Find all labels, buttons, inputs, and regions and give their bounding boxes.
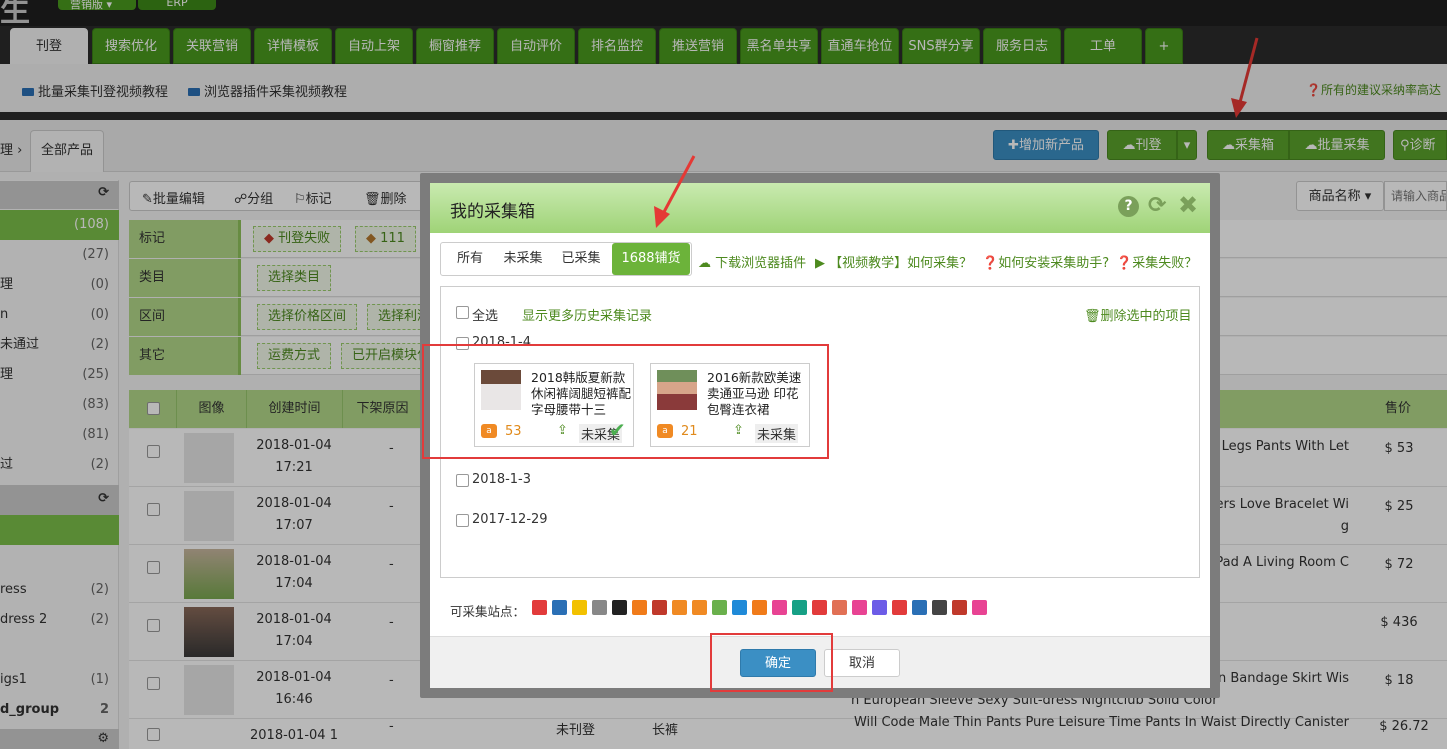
taobao-icon[interactable] (632, 600, 647, 615)
heart-icon[interactable] (772, 600, 787, 615)
select-all-checkbox[interactable] (456, 306, 469, 319)
arrow-shaft (662, 155, 696, 213)
flower2-icon[interactable] (852, 600, 867, 615)
date-checkbox[interactable] (456, 474, 469, 487)
infinity-icon[interactable] (872, 600, 887, 615)
modal-tab[interactable]: 已采集 (552, 243, 610, 275)
modal-tab[interactable]: 1688铺货 (612, 243, 690, 275)
trash-icon: 🗑 (1084, 309, 1101, 324)
yi-icon[interactable] (712, 600, 727, 615)
flower-icon[interactable] (832, 600, 847, 615)
dh-icon[interactable] (572, 600, 587, 615)
video-tutorial-link[interactable]: ▶ 【视频教学】如何采集？ (815, 252, 972, 271)
video-tutorial-label: 【视频教学】如何采集？ (829, 256, 973, 271)
hai-icon[interactable] (732, 600, 747, 615)
tmall-icon[interactable] (652, 600, 667, 615)
install-helper-label: 如何安装采集助手? (998, 256, 1110, 271)
joy-icon[interactable] (752, 600, 767, 615)
wish-icon[interactable] (552, 600, 567, 615)
date-label: 2018-1-3 (472, 472, 532, 487)
collect-fail-label: 采集失败？ (1132, 256, 1198, 271)
video-icon: ▶ (815, 256, 825, 271)
delete-selected-link[interactable]: 🗑删除选中的项目 (1084, 305, 1192, 324)
date-label: 2017-12-29 (472, 512, 548, 527)
collect-fail-link[interactable]: ❓采集失败？ (1116, 252, 1197, 271)
aliexpress-icon[interactable] (692, 600, 707, 615)
sou-icon[interactable] (892, 600, 907, 615)
download-plugin-label: 下载浏览器插件 (715, 256, 807, 271)
cancel-button[interactable]: 取消 (824, 649, 900, 677)
select-all-label: 全选 (472, 309, 499, 324)
help-icon: ❓ (982, 256, 999, 271)
annotation-box (422, 344, 829, 459)
download-plugin-link[interactable]: ☁ 下载浏览器插件 (698, 252, 806, 271)
refresh-icon[interactable]: ⟳ (1148, 193, 1166, 218)
dragon-icon[interactable] (952, 600, 967, 615)
arrow-head (654, 206, 670, 228)
cloud-download-icon: ☁ (698, 256, 711, 271)
modal-tab[interactable]: 所有 (446, 243, 494, 275)
annotation-box (710, 633, 833, 692)
s-icon[interactable] (972, 600, 987, 615)
help-icon: ❓ (1116, 256, 1133, 271)
vip-icon[interactable] (792, 600, 807, 615)
w-icon[interactable] (912, 600, 927, 615)
alibaba-icon[interactable] (672, 600, 687, 615)
amazon-icon[interactable] (612, 600, 627, 615)
annotation-arrow (654, 155, 696, 228)
smile-icon[interactable] (812, 600, 827, 615)
install-helper-link[interactable]: ❓如何安装采集助手? (982, 252, 1109, 271)
modal-title: 我的采集箱 (450, 202, 535, 222)
close-icon[interactable]: ✖ (1178, 191, 1198, 219)
ebay-icon[interactable] (592, 600, 607, 615)
modal-tab[interactable]: 未采集 (496, 243, 550, 275)
date-checkbox[interactable] (456, 514, 469, 527)
sites-label: 可采集站点： (450, 604, 526, 619)
shop-icon[interactable] (532, 600, 547, 615)
more-history-link[interactable]: 显示更多历史采集记录 (522, 305, 652, 324)
help-icon[interactable]: ? (1118, 196, 1139, 217)
modal-header: 我的采集箱 ? ⟳ ✖ (430, 183, 1210, 233)
b-icon[interactable] (932, 600, 947, 615)
delete-selected-label: 删除选中的项目 (1100, 309, 1192, 324)
